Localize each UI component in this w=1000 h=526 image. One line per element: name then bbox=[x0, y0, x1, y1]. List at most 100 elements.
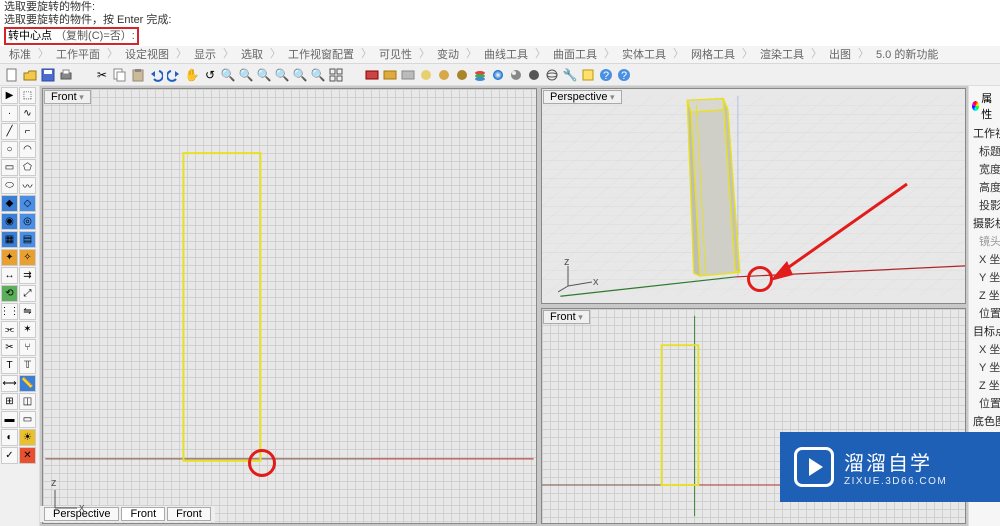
undo-icon[interactable] bbox=[148, 67, 164, 83]
st-trim[interactable]: ✂ bbox=[1, 339, 18, 356]
st-line[interactable]: ╱ bbox=[1, 123, 18, 140]
shade-ghost-icon[interactable] bbox=[436, 67, 452, 83]
save-icon[interactable] bbox=[40, 67, 56, 83]
sphere-wire-icon[interactable] bbox=[544, 67, 560, 83]
p-tgtx[interactable]: X 坐 bbox=[969, 340, 1000, 358]
sphere-shade-icon[interactable] bbox=[526, 67, 542, 83]
st-b2[interactable]: ▭ bbox=[19, 411, 36, 428]
menu-solid[interactable]: 实体工具 bbox=[615, 43, 673, 63]
p-camz[interactable]: Z 坐 bbox=[969, 286, 1000, 304]
layers-icon[interactable] bbox=[472, 67, 488, 83]
zoom-window-icon[interactable]: 🔍 bbox=[238, 67, 254, 83]
p-tgty[interactable]: Y 坐 bbox=[969, 358, 1000, 376]
viewport-label-persp[interactable]: Perspective bbox=[543, 90, 622, 104]
st-c2[interactable]: ✕ bbox=[19, 447, 36, 464]
st-arc[interactable]: ◠ bbox=[19, 141, 36, 158]
st-polyline[interactable]: ⌐ bbox=[19, 123, 36, 140]
4view-icon[interactable] bbox=[328, 67, 344, 83]
st-snap[interactable]: ◫ bbox=[19, 393, 36, 410]
tool-wrench-icon[interactable]: 🔧 bbox=[562, 67, 578, 83]
st-surface2[interactable]: ◇ bbox=[19, 195, 36, 212]
st-freeform[interactable]: 〰 bbox=[19, 177, 36, 194]
p-camy[interactable]: Y 坐 bbox=[969, 268, 1000, 286]
menu-cplane[interactable]: 工作平面 bbox=[49, 43, 107, 63]
st-rect[interactable]: ▭ bbox=[1, 159, 18, 176]
st-solid2[interactable]: ◎ bbox=[19, 213, 36, 230]
st-poly[interactable]: ⬠ bbox=[19, 159, 36, 176]
st-mesh[interactable]: ▦ bbox=[1, 231, 18, 248]
st-dim[interactable]: ⟷ bbox=[1, 375, 18, 392]
st-array[interactable]: ⋮⋮ bbox=[1, 303, 18, 320]
st-point[interactable]: · bbox=[1, 105, 18, 122]
st-surface[interactable]: ◆ bbox=[1, 195, 18, 212]
st-move[interactable]: ↔ bbox=[1, 267, 18, 284]
help-icon[interactable]: ? bbox=[598, 67, 614, 83]
menu-setview[interactable]: 设定视图 bbox=[118, 43, 176, 63]
st-dim2[interactable]: 📏 bbox=[19, 375, 36, 392]
st-t2[interactable]: 𝕋 bbox=[19, 357, 36, 374]
shade-flat-icon[interactable] bbox=[418, 67, 434, 83]
st-xform2[interactable]: ✧ bbox=[19, 249, 36, 266]
menu-render[interactable]: 渲染工具 bbox=[753, 43, 811, 63]
viewport-label-front2[interactable]: Front bbox=[543, 310, 590, 324]
print-icon[interactable] bbox=[58, 67, 74, 83]
st-split[interactable]: ⑂ bbox=[19, 339, 36, 356]
render3-icon[interactable] bbox=[400, 67, 416, 83]
help2-icon[interactable]: ? bbox=[616, 67, 632, 83]
st-t1[interactable]: T bbox=[1, 357, 18, 374]
zoom-extents-icon[interactable]: 🔍 bbox=[256, 67, 272, 83]
st-explode[interactable]: ✶ bbox=[19, 321, 36, 338]
st-mirror[interactable]: ⇋ bbox=[19, 303, 36, 320]
zoom-11-icon[interactable]: 🔍 bbox=[310, 67, 326, 83]
menu-display[interactable]: 显示 bbox=[187, 43, 223, 63]
copy-icon[interactable] bbox=[112, 67, 128, 83]
p-camx[interactable]: X 坐 bbox=[969, 250, 1000, 268]
render-icon[interactable] bbox=[364, 67, 380, 83]
st-xform1[interactable]: ✦ bbox=[1, 249, 18, 266]
menu-surface[interactable]: 曲面工具 bbox=[546, 43, 604, 63]
p-proj[interactable]: 投影 bbox=[969, 196, 1000, 214]
st-s2[interactable]: ☀ bbox=[19, 429, 36, 446]
menu-mesh[interactable]: 网格工具 bbox=[684, 43, 742, 63]
st-curve[interactable]: ∿ bbox=[19, 105, 36, 122]
st-mesh2[interactable]: ▤ bbox=[19, 231, 36, 248]
st-lasso[interactable]: ⬚ bbox=[19, 87, 36, 104]
st-s1[interactable]: ◐ bbox=[1, 429, 18, 446]
menu-visibility[interactable]: 可见性 bbox=[372, 43, 419, 63]
st-copy2[interactable]: ⇉ bbox=[19, 267, 36, 284]
sphere-chrome-icon[interactable] bbox=[508, 67, 524, 83]
p-tgtpos[interactable]: 位置 bbox=[969, 394, 1000, 412]
open-icon[interactable] bbox=[22, 67, 38, 83]
shade-toggle-icon[interactable] bbox=[454, 67, 470, 83]
menu-vpconfig[interactable]: 工作视窗配置 bbox=[281, 43, 361, 63]
menu-standard[interactable]: 标准 bbox=[2, 43, 38, 63]
zoom-selected-icon[interactable]: 🔍 bbox=[274, 67, 290, 83]
pan-icon[interactable]: ✋ bbox=[184, 67, 200, 83]
st-join[interactable]: ⫘ bbox=[1, 321, 18, 338]
menu-curve[interactable]: 曲线工具 bbox=[477, 43, 535, 63]
zoom-plus-icon[interactable]: 🔍 bbox=[220, 67, 236, 83]
st-ellipse[interactable]: ⬭ bbox=[1, 177, 18, 194]
st-solid[interactable]: ◉ bbox=[1, 213, 18, 230]
menu-whatsnew[interactable]: 5.0 的新功能 bbox=[869, 43, 945, 63]
menu-select[interactable]: 选取 bbox=[234, 43, 270, 63]
sphere-color-icon[interactable] bbox=[490, 67, 506, 83]
viewport-label-front[interactable]: Front bbox=[44, 90, 91, 104]
viewport-perspective[interactable]: Perspective bbox=[541, 88, 966, 304]
p-title[interactable]: 标题 bbox=[969, 142, 1000, 160]
p-lens[interactable]: 镜头 bbox=[969, 232, 1000, 250]
st-c1[interactable]: ✓ bbox=[1, 447, 18, 464]
st-grid[interactable]: ⊞ bbox=[1, 393, 18, 410]
options-icon[interactable] bbox=[580, 67, 596, 83]
p-width[interactable]: 宽度 bbox=[969, 160, 1000, 178]
rotview-icon[interactable]: ↺ bbox=[202, 67, 218, 83]
st-scale[interactable]: ⤢ bbox=[19, 285, 36, 302]
new-icon[interactable] bbox=[4, 67, 20, 83]
st-arrow[interactable]: ▶ bbox=[1, 87, 18, 104]
zoom-out-icon[interactable]: 🔍 bbox=[292, 67, 308, 83]
st-rotate[interactable]: ⟲ bbox=[1, 285, 18, 302]
menu-transform[interactable]: 变动 bbox=[430, 43, 466, 63]
menu-drafting[interactable]: 出图 bbox=[822, 43, 858, 63]
paste-icon[interactable] bbox=[130, 67, 146, 83]
redo-icon[interactable] bbox=[166, 67, 182, 83]
